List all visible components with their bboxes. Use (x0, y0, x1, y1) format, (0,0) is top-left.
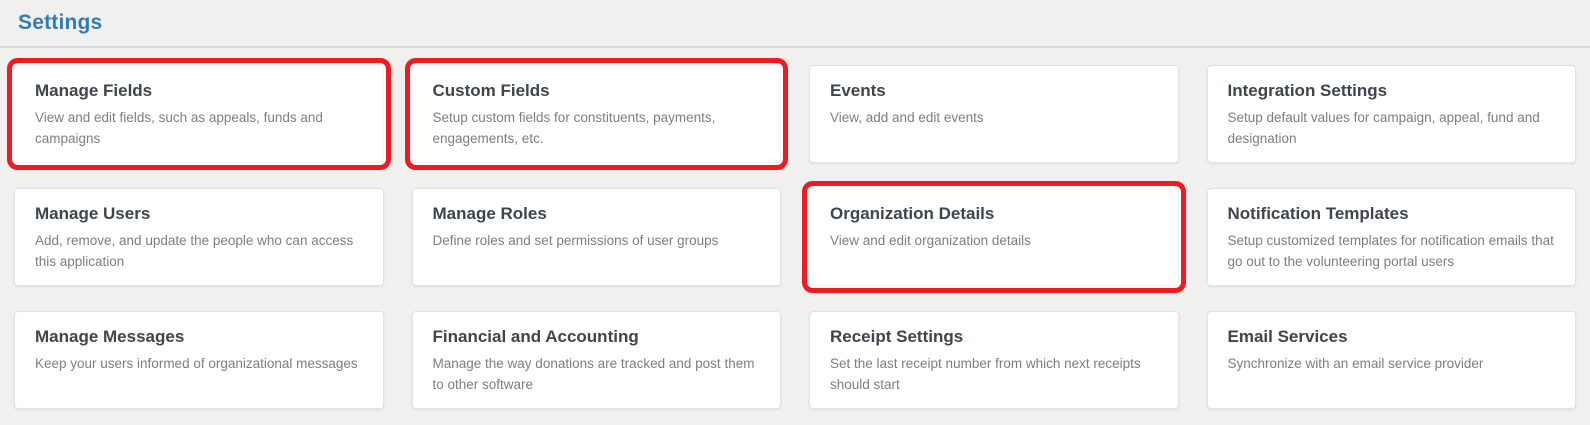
card-custom-fields[interactable]: Custom Fields Setup custom fields for co… (412, 65, 782, 163)
card-description: Synchronize with an email service provid… (1228, 354, 1556, 375)
card-title: Notification Templates (1228, 204, 1556, 224)
card-title: Manage Fields (35, 81, 363, 101)
card-title: Manage Roles (433, 204, 761, 224)
card-description: View and edit organization details (830, 231, 1158, 252)
card-title: Receipt Settings (830, 327, 1158, 347)
card-title: Organization Details (830, 204, 1158, 224)
card-title: Manage Messages (35, 327, 363, 347)
card-events[interactable]: Events View, add and edit events (809, 65, 1179, 163)
card-title: Integration Settings (1228, 81, 1556, 101)
card-integration-settings[interactable]: Integration Settings Setup default value… (1207, 65, 1577, 163)
card-description: Setup default values for campaign, appea… (1228, 108, 1556, 150)
card-description: Manage the way donations are tracked and… (433, 354, 761, 396)
card-description: Define roles and set permissions of user… (433, 231, 761, 252)
card-receipt-settings[interactable]: Receipt Settings Set the last receipt nu… (809, 311, 1179, 409)
card-notification-templates[interactable]: Notification Templates Setup customized … (1207, 188, 1577, 286)
page-title: Settings (18, 11, 1572, 35)
card-manage-roles[interactable]: Manage Roles Define roles and set permis… (412, 188, 782, 286)
card-description: View and edit fields, such as appeals, f… (35, 108, 363, 150)
card-title: Email Services (1228, 327, 1556, 347)
card-title: Manage Users (35, 204, 363, 224)
card-description: Setup customized templates for notificat… (1228, 231, 1556, 273)
page-header: Settings (0, 0, 1590, 48)
card-organization-details[interactable]: Organization Details View and edit organ… (809, 188, 1179, 286)
card-financial-and-accounting[interactable]: Financial and Accounting Manage the way … (412, 311, 782, 409)
card-email-services[interactable]: Email Services Synchronize with an email… (1207, 311, 1577, 409)
card-title: Events (830, 81, 1158, 101)
card-description: Set the last receipt number from which n… (830, 354, 1158, 396)
card-manage-fields[interactable]: Manage Fields View and edit fields, such… (14, 65, 384, 163)
card-description: View, add and edit events (830, 108, 1158, 129)
card-manage-messages[interactable]: Manage Messages Keep your users informed… (14, 311, 384, 409)
card-manage-users[interactable]: Manage Users Add, remove, and update the… (14, 188, 384, 286)
card-description: Keep your users informed of organization… (35, 354, 363, 375)
card-title: Custom Fields (433, 81, 761, 101)
card-description: Add, remove, and update the people who c… (35, 231, 363, 273)
card-title: Financial and Accounting (433, 327, 761, 347)
card-description: Setup custom fields for constituents, pa… (433, 108, 761, 150)
settings-grid: Manage Fields View and edit fields, such… (0, 48, 1590, 409)
